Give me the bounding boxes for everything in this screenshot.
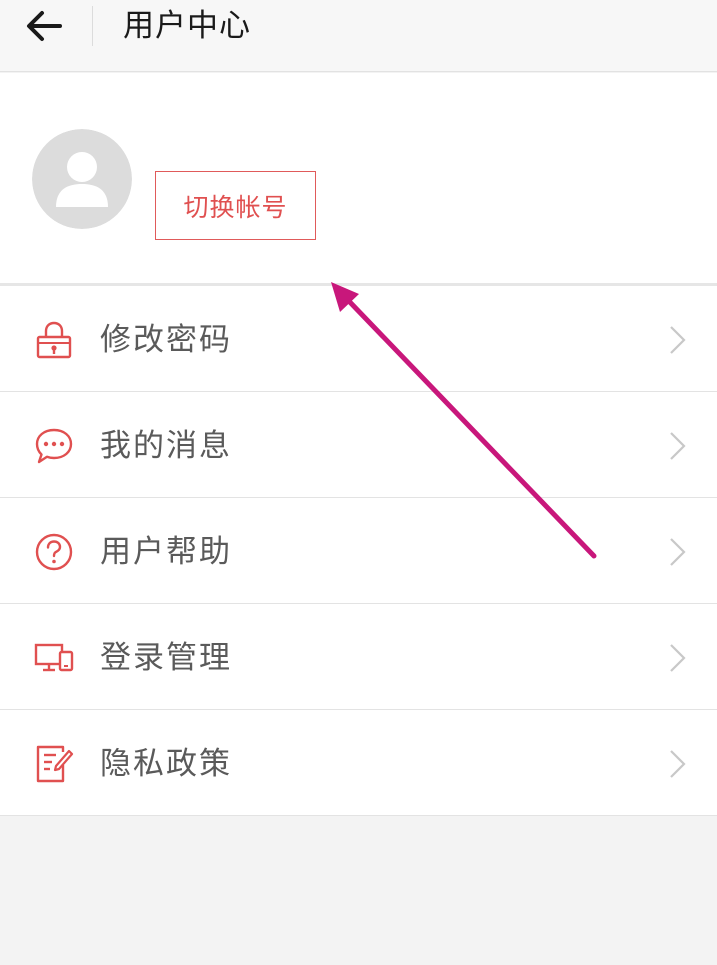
default-user-avatar-icon	[32, 129, 132, 229]
menu-item-change-password[interactable]: 修改密码	[0, 286, 717, 392]
menu-item-label: 登录管理	[100, 640, 232, 676]
chevron-right-icon	[670, 538, 686, 566]
arrow-left-icon	[27, 11, 62, 41]
menu-item-label: 我的消息	[100, 428, 232, 464]
menu-item-login-management[interactable]: 登录管理	[0, 604, 717, 710]
chevron-right-icon	[670, 432, 686, 460]
switch-account-button[interactable]: 切换帐号	[155, 171, 316, 240]
menu-item-label: 用户帮助	[100, 534, 232, 570]
menu-item-user-help[interactable]: 用户帮助	[0, 498, 717, 604]
page-title: 用户中心	[123, 8, 251, 44]
question-circle-icon	[35, 533, 73, 571]
chevron-right-icon	[670, 644, 686, 672]
document-edit-icon	[36, 745, 74, 783]
chevron-right-icon	[670, 326, 686, 354]
menu-item-privacy-policy[interactable]: 隐私政策	[0, 710, 717, 816]
menu-item-label: 修改密码	[100, 322, 232, 358]
header-divider	[92, 6, 93, 46]
chevron-right-icon	[670, 750, 686, 778]
lock-icon	[36, 321, 72, 359]
chat-bubble-icon	[35, 428, 73, 464]
menu-item-my-messages[interactable]: 我的消息	[0, 392, 717, 498]
settings-menu: 修改密码 我的消息 用户帮助 登录管理 隐私政策	[0, 286, 717, 816]
back-button[interactable]	[18, 4, 70, 48]
devices-icon	[34, 643, 74, 672]
avatar[interactable]	[32, 129, 132, 229]
app-header: 用户中心	[0, 0, 717, 72]
menu-item-label: 隐私政策	[100, 746, 232, 782]
profile-section: 切换帐号	[0, 73, 717, 283]
